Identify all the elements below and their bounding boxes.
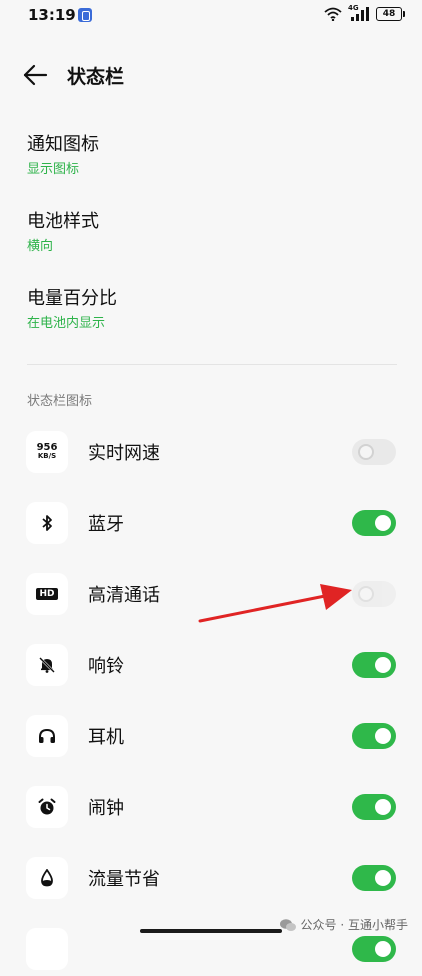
bell-muted-icon xyxy=(26,644,68,686)
wifi-icon xyxy=(324,7,342,21)
hd-badge: HD xyxy=(36,588,58,600)
data-saver-icon xyxy=(26,857,68,899)
ringer-toggle[interactable] xyxy=(352,652,396,678)
bluetooth-icon xyxy=(26,502,68,544)
setting-title: 电量百分比 xyxy=(27,288,117,309)
row-headphones[interactable]: 耳机 xyxy=(0,707,422,763)
row-network-speed[interactable]: 956 KB/S 实时网速 xyxy=(0,423,422,479)
network-speed-value: 956 xyxy=(36,442,58,453)
setting-value: 横向 xyxy=(27,239,54,254)
watermark-text: 公众号 · 互通小帮手 xyxy=(300,918,408,932)
bluetooth-toggle[interactable] xyxy=(352,510,396,536)
row-ringer[interactable]: 响铃 xyxy=(0,636,422,692)
network-speed-unit: KB/S xyxy=(37,452,57,460)
page-header: 状态栏 xyxy=(0,50,422,100)
home-indicator[interactable] xyxy=(140,929,282,933)
status-time: 13:19 xyxy=(28,6,76,24)
status-indicators: 4G 48 xyxy=(324,4,405,22)
network-speed-icon: 956 KB/S xyxy=(26,431,68,473)
setting-battery-percentage[interactable]: 电量百分比 在电池内显示 xyxy=(27,287,397,333)
divider xyxy=(27,364,397,365)
setting-battery-style[interactable]: 电池样式 横向 xyxy=(27,210,397,256)
data-saver-toggle[interactable] xyxy=(352,865,396,891)
hd-icon: HD xyxy=(26,573,68,615)
hd-call-toggle[interactable] xyxy=(352,581,396,607)
battery-icon: 48 xyxy=(376,7,405,21)
row-label: 流量节省 xyxy=(88,869,160,890)
headphones-toggle[interactable] xyxy=(352,723,396,749)
row-hd-call[interactable]: HD 高清通话 xyxy=(0,565,422,621)
headphones-icon xyxy=(26,715,68,757)
row-label: 蓝牙 xyxy=(88,514,124,535)
row-label: 闹钟 xyxy=(88,798,124,819)
row-label: 响铃 xyxy=(88,656,124,677)
setting-value: 显示图标 xyxy=(27,162,80,177)
row-bluetooth[interactable]: 蓝牙 xyxy=(0,494,422,550)
setting-notification-icons[interactable]: 通知图标 显示图标 xyxy=(27,133,397,179)
partial-icon xyxy=(26,928,68,970)
row-label: 高清通话 xyxy=(88,585,160,606)
setting-title: 通知图标 xyxy=(27,134,99,155)
network-speed-toggle[interactable] xyxy=(352,439,396,465)
alarm-clock-icon xyxy=(26,786,68,828)
battery-level: 48 xyxy=(382,9,396,19)
row-alarm[interactable]: 闹钟 xyxy=(0,778,422,834)
row-label: 实时网速 xyxy=(88,443,160,464)
row-data-saver[interactable]: 流量节省 xyxy=(0,849,422,905)
alarm-toggle[interactable] xyxy=(352,794,396,820)
row-label: 耳机 xyxy=(88,727,124,748)
cellular-signal-icon: 4G xyxy=(348,4,370,22)
partial-toggle[interactable] xyxy=(352,936,396,962)
section-header: 状态栏图标 xyxy=(27,394,93,409)
app-notification-icon xyxy=(78,8,92,22)
watermark: 公众号 · 互通小帮手 xyxy=(279,916,408,933)
back-arrow-icon[interactable] xyxy=(22,62,48,88)
setting-value: 在电池内显示 xyxy=(27,316,106,331)
page-title: 状态栏 xyxy=(67,66,125,88)
status-bar: 13:19 4G 48 xyxy=(0,0,422,30)
setting-title: 电池样式 xyxy=(27,211,99,232)
